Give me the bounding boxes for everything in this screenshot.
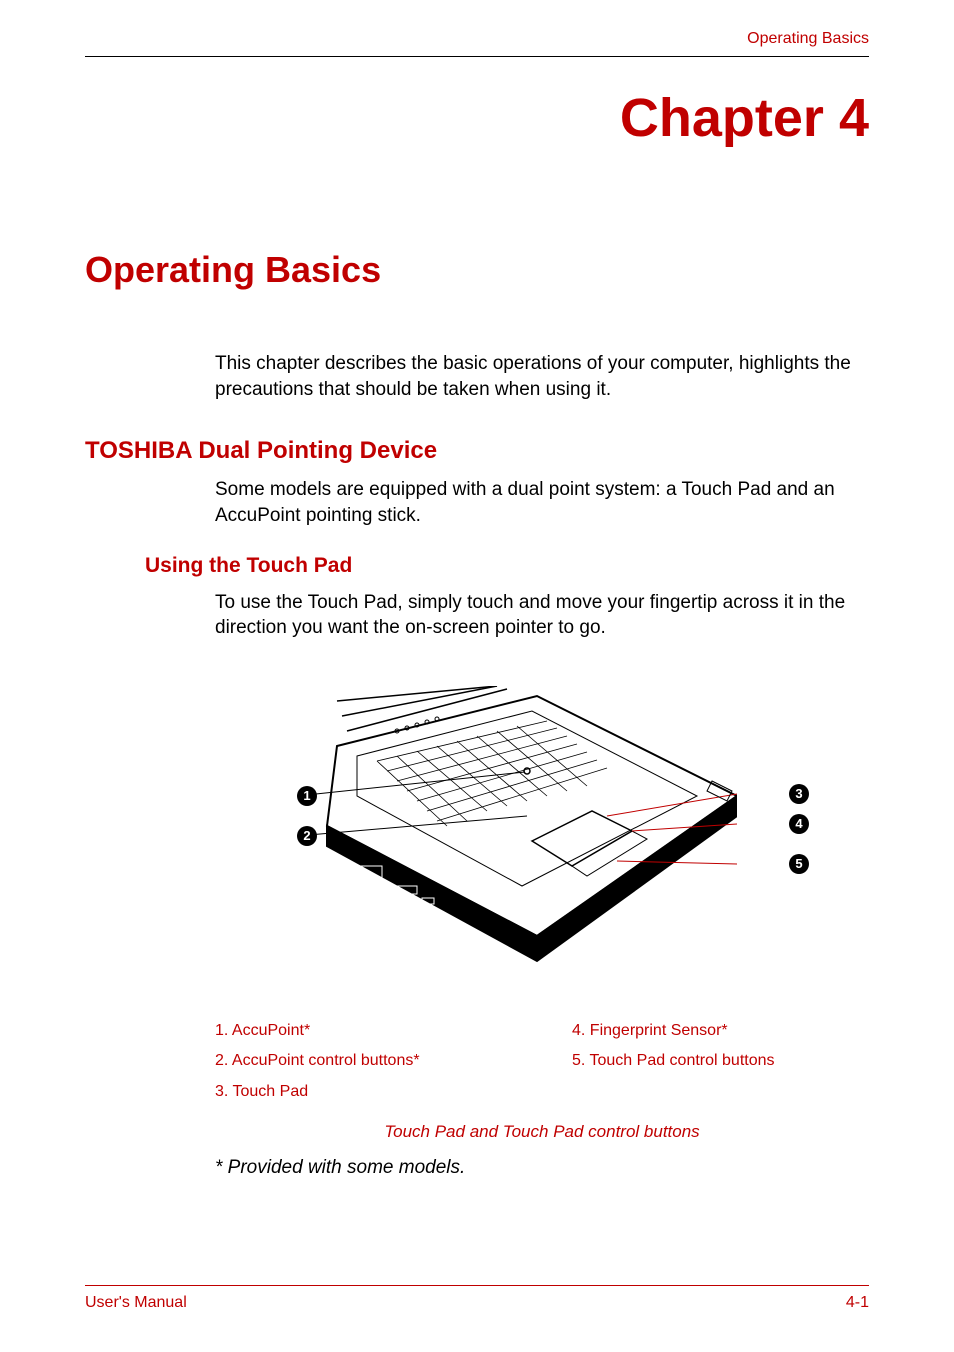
laptop-illustration-icon [297, 686, 737, 986]
callout-marker-1: 1 [297, 786, 317, 806]
diagram-legend: 1. AccuPoint* 2. AccuPoint control butto… [215, 1016, 869, 1107]
page-header: Operating Basics [85, 30, 869, 57]
callout-marker-4: 4 [789, 814, 809, 834]
legend-item-5: 5. Touch Pad control buttons [572, 1046, 869, 1076]
section-intro-text: This chapter describes the basic operati… [215, 351, 869, 402]
callout-marker-5: 5 [789, 854, 809, 874]
footer-page-number: 4-1 [846, 1294, 869, 1312]
footnote-text: * Provided with some models. [215, 1157, 869, 1179]
subsubsection-text: To use the Touch Pad, simply touch and m… [215, 590, 869, 641]
subsection-title: TOSHIBA Dual Pointing Device [85, 437, 869, 465]
chapter-title: Chapter 4 [85, 87, 869, 149]
page-footer: User's Manual 4-1 [85, 1285, 869, 1312]
legend-item-4: 4. Fingerprint Sensor* [572, 1016, 869, 1046]
legend-item-1: 1. AccuPoint* [215, 1016, 512, 1046]
subsubsection-title: Using the Touch Pad [145, 554, 869, 578]
figure-caption: Touch Pad and Touch Pad control buttons [215, 1122, 869, 1142]
legend-item-3: 3. Touch Pad [215, 1077, 512, 1107]
legend-item-2: 2. AccuPoint control buttons* [215, 1046, 512, 1076]
callout-marker-2: 2 [297, 826, 317, 846]
footer-manual-name: User's Manual [85, 1294, 187, 1312]
callout-marker-3: 3 [789, 784, 809, 804]
laptop-diagram: 1 2 3 4 5 [215, 686, 819, 996]
subsection-text: Some models are equipped with a dual poi… [215, 477, 869, 528]
section-title: Operating Basics [85, 249, 869, 291]
